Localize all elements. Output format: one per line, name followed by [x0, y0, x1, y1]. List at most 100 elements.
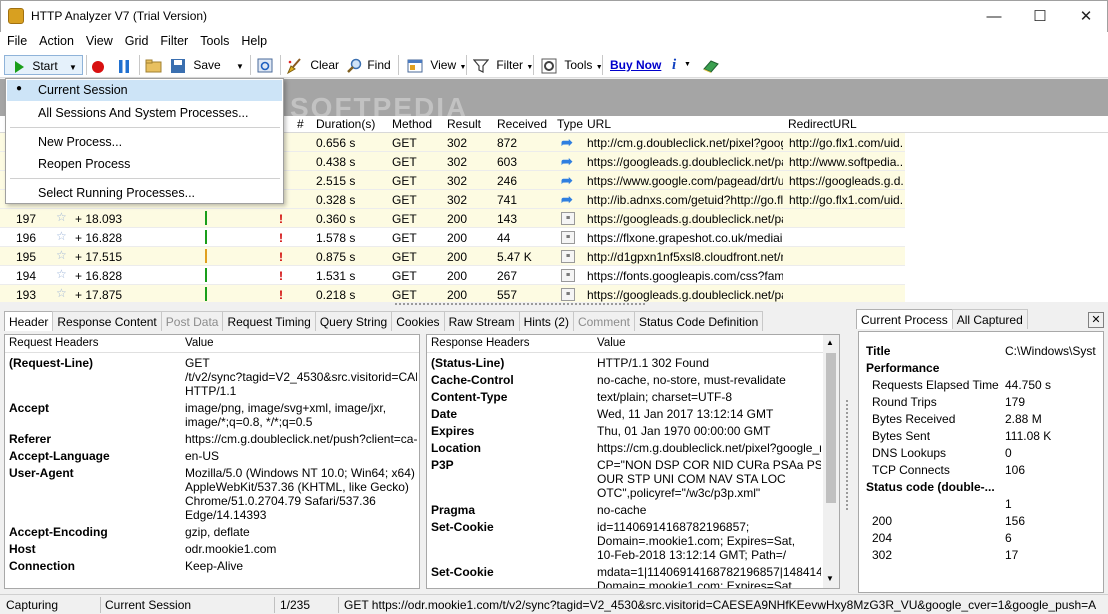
header-value: id=1140691416878219685​7; Domain=.mookie1…	[597, 520, 796, 562]
header-name: Date	[431, 407, 458, 421]
menu-item-all-sessions[interactable]: All Sessions And System Processes...	[38, 106, 249, 120]
title-bar: HTTP Analyzer V7 (Trial Version) — ☐ ✕	[0, 0, 1108, 32]
menu-view[interactable]: View	[79, 32, 118, 50]
tools-button[interactable]: Tools ▼	[541, 55, 603, 75]
header-name: Accept-Language	[9, 449, 110, 463]
tab-comment[interactable]: Comment	[572, 311, 635, 331]
row-method: GET	[392, 136, 417, 150]
row-url: http://d1gpxn1nf5xsl8.cloudfront.net/n..…	[587, 250, 783, 264]
header-value: HTTP/1.1 302 Found	[597, 356, 710, 370]
record-icon[interactable]	[90, 55, 106, 75]
save-button[interactable]: Save ▼	[170, 55, 244, 75]
row-url: https://googleads.g.doubleclick.net/pa..…	[587, 212, 783, 226]
find-label: Find	[367, 58, 391, 72]
col-redirect[interactable]: RedirectURL	[788, 117, 857, 131]
row-redirect-url: http://www.softpedia....	[789, 155, 904, 169]
view-button[interactable]: View ▼	[407, 55, 466, 75]
col-received[interactable]: Received	[497, 117, 547, 131]
session-label: Current Session	[105, 598, 192, 612]
star-icon[interactable]: ☆	[56, 286, 67, 300]
request-value-col: Value	[185, 337, 214, 349]
col-hash[interactable]: #	[297, 117, 304, 131]
col-duration[interactable]: Duration(s)	[316, 117, 375, 131]
maximize-button[interactable]: ☐	[1017, 1, 1063, 32]
menu-item-current-session[interactable]: Current Session	[38, 83, 128, 97]
star-icon[interactable]: ☆	[56, 248, 67, 262]
col-result[interactable]: Result	[447, 117, 481, 131]
menu-item-reopen-process[interactable]: Reopen Process	[38, 157, 130, 171]
scroll-thumb[interactable]	[826, 353, 836, 503]
save-dropdown-icon[interactable]: ▼	[236, 62, 244, 71]
filter-button[interactable]: Filter ▼	[473, 55, 533, 75]
row-url: https://www.google.com/pagead/drt/ui	[587, 174, 783, 188]
menu-item-select-running[interactable]: Select Running Processes...	[38, 186, 195, 200]
scroll-up-icon[interactable]: ▲	[826, 338, 834, 347]
tab-raw-stream[interactable]: Raw Stream	[443, 311, 520, 331]
tab-request-timing[interactable]: Request Timing	[222, 311, 316, 331]
start-dropdown-icon[interactable]: ▼	[69, 63, 77, 72]
table-row[interactable]: 197 ☆ + 18.093! 0.360 s GET 200 143 ≡ https://go…	[0, 209, 905, 228]
table-row[interactable]: 196 ☆ + 16.828! 1.578 s GET 200 44 ≡ https://flx…	[0, 228, 905, 247]
row-result: 200	[447, 269, 468, 283]
tab-hints[interactable]: Hints (2)	[518, 311, 574, 331]
horizontal-splitter[interactable]	[395, 303, 645, 307]
buy-now-link[interactable]: Buy Now	[610, 55, 661, 75]
capture-state: Capturing	[6, 598, 59, 612]
menu-item-new-process[interactable]: New Process...	[38, 135, 122, 149]
start-button[interactable]: Start ▼	[4, 55, 83, 75]
table-row[interactable]: 193 ☆ + 17.875! 0.218 s GET 200 557 ≡ https://go…	[0, 285, 905, 302]
menu-filter[interactable]: Filter	[153, 32, 193, 50]
vertical-splitter[interactable]	[846, 400, 850, 510]
toolbar: Start ▼ Save ▼ Clear Find View ▼ Filter …	[0, 52, 1108, 78]
star-icon[interactable]: ☆	[56, 229, 67, 243]
table-row[interactable]: 194 ☆ + 16.828! 1.531 s GET 200 267 ≡ https://fo…	[0, 266, 905, 285]
tab-cookies[interactable]: Cookies	[391, 311, 445, 331]
clear-button[interactable]: Clear	[287, 55, 339, 75]
tab-all-captured[interactable]: All Captured	[951, 309, 1028, 329]
tab-header[interactable]: Header	[4, 311, 54, 331]
menu-tools[interactable]: Tools	[193, 32, 234, 50]
menu-grid[interactable]: Grid	[118, 32, 154, 50]
tab-current-process[interactable]: Current Process	[856, 309, 953, 329]
header-value: en-US	[185, 449, 220, 463]
col-method[interactable]: Method	[392, 117, 432, 131]
star-icon[interactable]: ☆	[56, 267, 67, 281]
menu-action[interactable]: Action	[32, 32, 79, 50]
find-button[interactable]: Find	[346, 55, 391, 75]
side-panel-close-icon[interactable]: ✕	[1088, 312, 1104, 328]
star-icon[interactable]: ☆	[56, 210, 67, 224]
col-type[interactable]: Type	[557, 117, 583, 131]
table-row[interactable]: 195 ☆ + 17.515! 0.875 s GET 200 5.47 K ≡ http://…	[0, 247, 905, 266]
menu-divider	[10, 178, 280, 179]
refresh-icon[interactable]	[257, 55, 273, 75]
close-button[interactable]: ✕	[1063, 1, 1108, 32]
row-method: GET	[392, 155, 417, 169]
minimize-button[interactable]: —	[971, 1, 1017, 32]
perf-label: Requests Elapsed Time	[872, 378, 999, 392]
menu-file[interactable]: File	[0, 32, 32, 50]
gear-icon	[541, 58, 557, 74]
pause-icon[interactable]	[116, 55, 132, 75]
menu-help[interactable]: Help	[234, 32, 272, 50]
col-url[interactable]: URL	[587, 117, 611, 131]
response-scrollbar[interactable]: ▲ ▼	[823, 335, 839, 588]
status-code: 302	[872, 548, 893, 562]
tab-post-data[interactable]: Post Data	[160, 311, 224, 331]
row-duration: 0.218 s	[316, 288, 356, 302]
scroll-down-icon[interactable]: ▼	[826, 574, 834, 583]
status-code: 200	[872, 514, 893, 528]
info-dropdown-icon[interactable]: ▼	[684, 55, 691, 75]
response-headers-col: Response Headers	[431, 337, 530, 349]
start-dropdown-menu: ● Current Session All Sessions And Syste…	[5, 78, 284, 204]
row-duration: 2.515 s	[316, 174, 356, 188]
info-icon[interactable]: i	[672, 55, 676, 75]
row-method: GET	[392, 288, 417, 302]
book-icon[interactable]	[702, 55, 720, 75]
tab-query-string[interactable]: Query String	[314, 311, 393, 331]
open-folder-icon[interactable]	[145, 55, 163, 75]
row-duration: 1.578 s	[316, 231, 356, 245]
tab-status-code-definition[interactable]: Status Code Definition	[633, 311, 764, 331]
header-name: User-Agent	[9, 466, 74, 480]
tab-response-content[interactable]: Response Content	[52, 311, 162, 331]
row-received: 741	[497, 193, 518, 207]
